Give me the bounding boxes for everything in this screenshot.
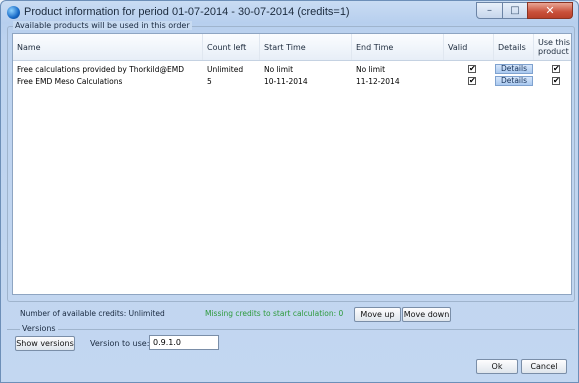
cell-start-time: 10-11-2014 xyxy=(264,77,308,86)
ok-button[interactable]: Ok xyxy=(476,359,518,374)
cell-name: Free EMD Meso Calculations xyxy=(17,77,123,86)
cell-end-time: 11-12-2014 xyxy=(356,77,400,86)
products-group-label: Available products will be used in this … xyxy=(13,21,192,30)
maximize-button[interactable]: □ xyxy=(502,2,528,19)
grid-header: Name Count left Start Time End Time Vali… xyxy=(13,34,571,61)
move-up-button[interactable]: Move up xyxy=(354,307,401,322)
cancel-button[interactable]: Cancel xyxy=(521,359,567,374)
available-credits-text: Number of available credits: Unlimited xyxy=(20,309,165,318)
products-grid[interactable]: Name Count left Start Time End Time Vali… xyxy=(12,33,572,295)
minimize-button[interactable]: – xyxy=(476,2,503,19)
show-versions-button[interactable]: Show versions xyxy=(15,336,75,351)
missing-credits-text: Missing credits to start calculation: 0 xyxy=(205,309,344,318)
column-header-details[interactable]: Details xyxy=(494,34,534,60)
column-header-name[interactable]: Name xyxy=(13,34,203,60)
cell-count-left: Unlimited xyxy=(207,65,244,74)
column-header-end-time[interactable]: End Time xyxy=(352,34,444,60)
cell-name: Free calculations provided by Thorkild@E… xyxy=(17,65,184,74)
use-product-checkbox[interactable]: ✔ xyxy=(552,65,560,73)
versions-group-label: Versions xyxy=(20,324,58,333)
version-input[interactable] xyxy=(149,335,219,350)
column-header-count-left[interactable]: Count left xyxy=(203,34,260,60)
column-header-use-product[interactable]: Use this product xyxy=(534,34,571,60)
use-product-checkbox[interactable]: ✔ xyxy=(552,77,560,85)
cell-count-left: 5 xyxy=(207,77,212,86)
valid-checkbox[interactable]: ✔ xyxy=(468,65,476,73)
move-down-button[interactable]: Move down xyxy=(402,307,451,322)
column-header-start-time[interactable]: Start Time xyxy=(260,34,352,60)
column-header-valid[interactable]: Valid xyxy=(444,34,494,60)
valid-checkbox[interactable]: ✔ xyxy=(468,77,476,85)
cell-end-time: No limit xyxy=(356,65,386,74)
app-globe-icon xyxy=(7,6,20,19)
version-to-use-label: Version to use: xyxy=(90,339,150,348)
table-row[interactable]: Free EMD Meso Calculations 5 10-11-2014 … xyxy=(13,76,571,87)
close-button[interactable]: ✕ xyxy=(527,2,573,19)
details-button[interactable]: Details xyxy=(495,76,533,86)
details-button[interactable]: Details xyxy=(495,64,533,74)
window-title: Product information for period 01-07-201… xyxy=(24,6,350,18)
table-row[interactable]: Free calculations provided by Thorkild@E… xyxy=(13,64,571,75)
cell-start-time: No limit xyxy=(264,65,294,74)
